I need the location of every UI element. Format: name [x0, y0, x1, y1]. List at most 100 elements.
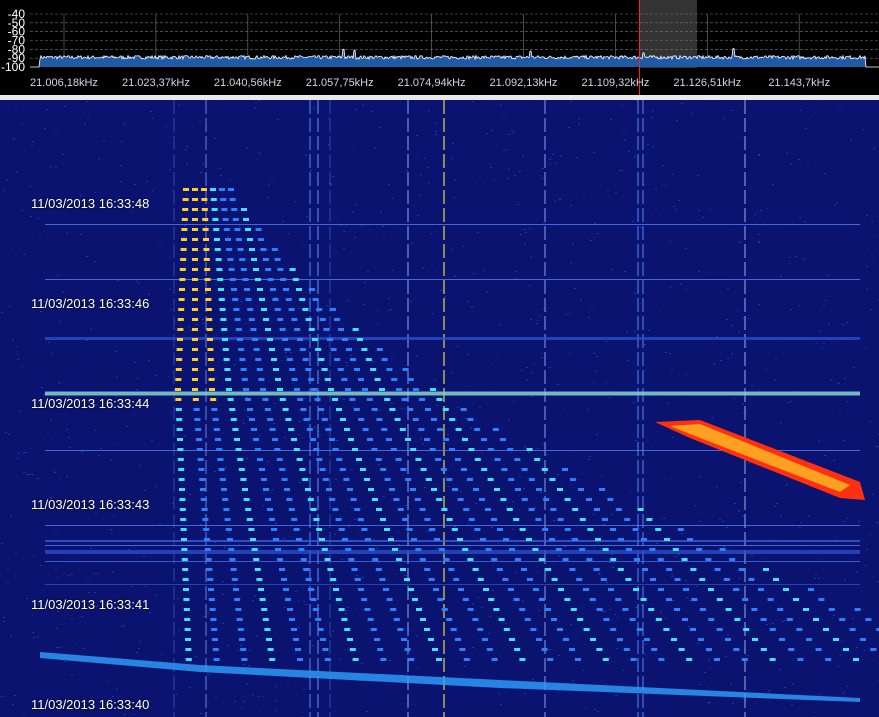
noise-speckle — [601, 476, 603, 477]
signal-burst — [446, 478, 453, 481]
noise-speckle — [868, 475, 870, 476]
signal-burst — [203, 238, 209, 241]
noise-speckle — [650, 604, 652, 605]
noise-speckle — [869, 534, 871, 535]
signal-burst — [255, 448, 261, 451]
signal-burst — [361, 348, 368, 351]
noise-speckle — [677, 320, 679, 321]
signal-burst — [686, 658, 693, 661]
noise-speckle — [537, 448, 539, 449]
signal-burst — [257, 288, 263, 291]
noise-speckle — [578, 605, 580, 606]
noise-speckle — [821, 348, 823, 349]
signal-burst — [175, 398, 182, 401]
noise-speckle — [366, 711, 368, 712]
signal-burst — [485, 508, 491, 511]
noise-speckle — [602, 535, 604, 536]
noise-speckle — [667, 403, 669, 404]
noise-speckle — [841, 150, 843, 151]
interference-band — [45, 545, 860, 546]
noise-speckle — [285, 356, 287, 357]
noise-speckle — [186, 163, 188, 164]
signal-burst — [350, 498, 357, 501]
signal-burst — [854, 608, 861, 611]
noise-speckle — [685, 580, 687, 581]
noise-speckle — [536, 103, 538, 104]
noise-speckle — [422, 268, 424, 269]
noise-speckle — [366, 694, 368, 695]
noise-speckle — [863, 658, 865, 659]
noise-speckle — [594, 709, 596, 710]
noise-speckle — [155, 595, 157, 596]
noise-speckle — [368, 230, 370, 231]
noise-speckle — [333, 502, 335, 503]
noise-speckle — [590, 420, 592, 421]
spectrum-chart[interactable]: -40-50-60-70-80-90-100 21.006,18kHz 21.02… — [0, 0, 879, 95]
noise-speckle — [758, 234, 760, 235]
noise-speckle — [718, 505, 720, 506]
noise-speckle — [742, 188, 744, 189]
noise-speckle — [427, 530, 429, 531]
signal-burst — [305, 368, 312, 371]
signal-burst — [674, 578, 681, 581]
noise-speckle — [697, 175, 699, 176]
noise-speckle — [756, 703, 758, 704]
noise-speckle — [850, 342, 852, 343]
noise-speckle — [454, 179, 456, 180]
spectrum-panel[interactable]: -40 -50 -60 -70 -80 -90 -100 21.006,18kHz 21.02… — [0, 0, 879, 95]
noise-speckle — [478, 633, 480, 634]
signal-burst — [307, 498, 314, 501]
noise-speckle — [467, 524, 469, 525]
signal-burst — [674, 608, 680, 611]
noise-speckle — [714, 368, 716, 369]
noise-speckle — [421, 607, 423, 608]
signal-burst — [708, 618, 715, 621]
noise-speckle — [460, 491, 462, 492]
noise-speckle — [318, 637, 320, 638]
signal-burst — [247, 308, 254, 311]
noise-speckle — [872, 177, 874, 178]
signal-burst — [397, 628, 404, 631]
noise-speckle — [467, 301, 469, 302]
signal-burst — [253, 438, 259, 441]
noise-speckle — [44, 128, 46, 129]
noise-speckle — [506, 286, 508, 287]
signal-burst — [208, 598, 215, 601]
noise-speckle — [32, 141, 34, 142]
noise-speckle — [190, 330, 192, 331]
noise-speckle — [176, 346, 178, 347]
signal-burst — [269, 658, 276, 661]
noise-speckle — [725, 656, 727, 657]
noise-speckle — [542, 458, 544, 459]
noise-speckle — [514, 175, 516, 176]
noise-speckle — [820, 309, 822, 310]
noise-speckle — [791, 704, 793, 705]
noise-speckle — [115, 351, 117, 352]
noise-speckle — [758, 155, 760, 156]
waterfall-display[interactable]: 11/03/2013 16:33:48 11/03/2013 16:33:46 11… — [0, 100, 879, 717]
noise-speckle — [676, 120, 678, 121]
signal-burst — [401, 638, 407, 641]
noise-speckle — [651, 117, 653, 118]
signal-burst — [803, 608, 809, 611]
signal-burst — [658, 588, 664, 591]
noise-speckle — [145, 678, 147, 679]
signal-burst — [274, 258, 281, 261]
noise-speckle — [523, 488, 525, 489]
noise-speckle — [490, 167, 492, 168]
noise-speckle — [71, 647, 73, 648]
noise-speckle — [7, 582, 9, 583]
noise-speckle — [238, 225, 240, 226]
noise-speckle — [779, 605, 781, 606]
signal-burst — [255, 358, 262, 361]
signal-burst — [202, 228, 209, 231]
noise-speckle — [838, 383, 840, 384]
noise-speckle — [440, 375, 442, 376]
noise-speckle — [60, 624, 62, 625]
noise-speckle — [513, 254, 515, 255]
noise-speckle — [312, 645, 314, 646]
noise-speckle — [846, 518, 848, 519]
noise-speckle — [851, 294, 853, 295]
signal-burst — [182, 208, 189, 211]
noise-speckle — [411, 243, 413, 244]
